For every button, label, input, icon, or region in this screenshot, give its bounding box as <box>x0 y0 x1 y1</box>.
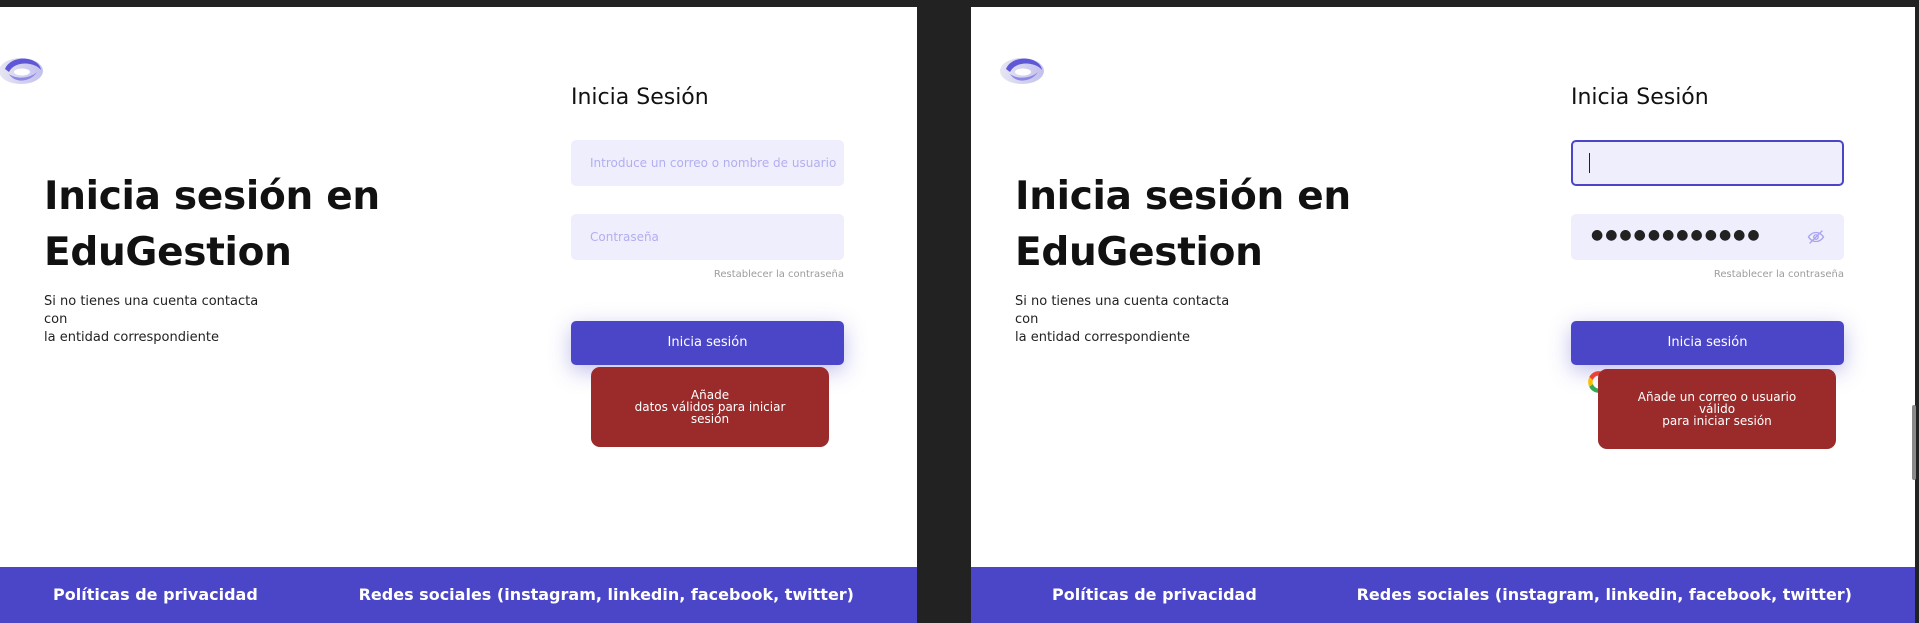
login-button[interactable]: Inicia sesión <box>1571 321 1844 365</box>
error-toast: Añade datos válidos para iniciar sesión <box>591 367 829 447</box>
login-screen-left: Inicia sesión en EduGestion Si no tienes… <box>0 7 917 623</box>
hero-subtitle: Si no tienes una cuenta contacta con la … <box>44 293 284 347</box>
username-field[interactable] <box>1571 140 1844 186</box>
login-form: Inicia Sesión Introduce un correo o nomb… <box>571 85 844 365</box>
login-screen-right: Inicia sesión en EduGestion Si no tienes… <box>971 7 1915 623</box>
reset-password-link[interactable]: Restablecer la contraseña <box>714 269 844 280</box>
hero-title-line1: Inicia sesión en <box>1015 174 1351 219</box>
hero-subtitle: Si no tienes una cuenta contacta con la … <box>1015 293 1255 347</box>
error-toast: Añade un correo o usuario válido para in… <box>1598 369 1836 449</box>
privacy-link[interactable]: Políticas de privacidad <box>1052 585 1257 604</box>
hero-title: Inicia sesión en EduGestion <box>44 169 380 281</box>
footer: Políticas de privacidad Redes sociales (… <box>971 567 1915 623</box>
password-placeholder: Contraseña <box>590 230 659 244</box>
hero-subtitle-line2: la entidad correspondiente <box>1015 330 1190 345</box>
hero-title-line2: EduGestion <box>1015 230 1263 275</box>
error-line2: para iniciar sesión <box>1662 414 1772 428</box>
hero-title-line1: Inicia sesión en <box>44 174 380 219</box>
login-form: Inicia Sesión ●●●●●●●●●●●● Restablecer l… <box>1571 85 1844 365</box>
error-line3: sesión <box>690 412 730 426</box>
hero-title-line2: EduGestion <box>44 230 292 275</box>
login-button[interactable]: Inicia sesión <box>571 321 844 365</box>
form-title: Inicia Sesión <box>1571 85 1709 110</box>
hero-subtitle-line1: Si no tienes una cuenta contacta con <box>44 294 259 327</box>
social-links[interactable]: Redes sociales (instagram, linkedin, fac… <box>359 585 854 604</box>
eye-off-icon[interactable] <box>1806 228 1826 246</box>
social-links[interactable]: Redes sociales (instagram, linkedin, fac… <box>1357 585 1852 604</box>
reset-password-link[interactable]: Restablecer la contraseña <box>1714 269 1844 280</box>
edugestion-logo-icon <box>1000 58 1044 84</box>
form-title: Inicia Sesión <box>571 85 709 110</box>
hero-title: Inicia sesión en EduGestion <box>1015 169 1351 281</box>
scrollbar[interactable] <box>1912 405 1916 480</box>
hero-subtitle-line2: la entidad correspondiente <box>44 330 219 345</box>
edugestion-logo-icon <box>0 58 43 84</box>
hero-subtitle-line1: Si no tienes una cuenta contacta con <box>1015 294 1230 327</box>
privacy-link[interactable]: Políticas de privacidad <box>53 585 258 604</box>
error-line1: Añade un correo o usuario válido <box>1637 390 1797 416</box>
username-field[interactable]: Introduce un correo o nombre de usuario <box>571 140 844 186</box>
password-field[interactable]: ●●●●●●●●●●●● <box>1571 214 1844 260</box>
password-value: ●●●●●●●●●●●● <box>1591 227 1762 243</box>
username-placeholder: Introduce un correo o nombre de usuario <box>590 156 837 170</box>
footer: Políticas de privacidad Redes sociales (… <box>0 567 917 623</box>
password-field[interactable]: Contraseña <box>571 214 844 260</box>
text-caret <box>1589 153 1590 173</box>
